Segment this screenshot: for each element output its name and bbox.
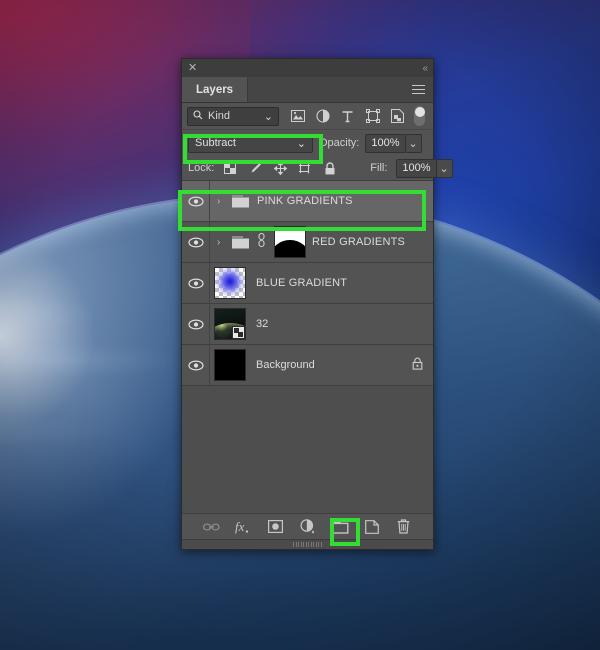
layers-panel-footer: fx	[182, 513, 433, 539]
layer-visibility-toggle[interactable]	[182, 263, 210, 303]
lock-image-icon[interactable]	[248, 161, 262, 175]
layer-thumbnail[interactable]	[214, 267, 246, 299]
opacity-label: Opacity:	[319, 137, 360, 149]
group-disclosure-icon[interactable]: ›	[217, 196, 225, 207]
svg-text:fx: fx	[235, 519, 245, 534]
layer-row[interactable]: BLUE GRADIENT	[182, 263, 433, 304]
tab-layers-label: Layers	[196, 83, 234, 96]
layer-style-button[interactable]: fx	[235, 518, 253, 536]
layer-name: 32	[256, 318, 269, 330]
tab-layers[interactable]: Layers	[182, 77, 249, 102]
group-disclosure-icon[interactable]: ›	[217, 237, 225, 248]
lock-icons	[223, 161, 337, 175]
layer-row[interactable]: › PINK GRADIENTS	[182, 181, 433, 222]
layer-mask-button[interactable]	[267, 518, 285, 536]
layer-filter-row: Kind ⌄	[182, 103, 433, 130]
folder-icon	[231, 235, 251, 250]
filter-kind-label: Kind	[208, 110, 231, 122]
lock-transparency-icon[interactable]	[223, 161, 237, 175]
blend-mode-dropdown[interactable]: Subtract ⌄	[188, 133, 313, 153]
layer-name: Background	[256, 359, 315, 371]
layer-row[interactable]: › RED GRADIENTS	[182, 222, 433, 263]
adjustment-layer-button[interactable]	[299, 518, 317, 536]
layers-panel: ✕ « Layers Kind ⌄ Subtract ⌄ Opacity: 10…	[181, 58, 453, 550]
close-icon[interactable]: ✕	[188, 62, 197, 74]
lock-all-icon[interactable]	[323, 161, 337, 175]
filter-pixel-icon[interactable]	[290, 109, 305, 124]
filter-smart-object-icon[interactable]	[390, 109, 405, 124]
fill-input[interactable]: 100%	[396, 158, 437, 178]
lock-label: Lock:	[188, 162, 215, 174]
new-group-button[interactable]	[330, 518, 349, 536]
layer-name: RED GRADIENTS	[312, 236, 406, 248]
link-layers-button[interactable]	[203, 518, 221, 536]
lock-artboard-icon[interactable]	[298, 161, 312, 175]
double-chevron-left-icon[interactable]: «	[422, 63, 427, 74]
desktop-background: ✕ « Layers Kind ⌄ Subtract ⌄ Opacity: 10…	[0, 0, 600, 650]
folder-icon	[231, 194, 251, 209]
lock-position-icon[interactable]	[273, 161, 287, 175]
panel-tab-bar: Layers	[182, 77, 433, 103]
grip-dots-icon	[293, 542, 322, 547]
layer-thumbnail[interactable]	[214, 308, 246, 340]
eye-icon	[187, 195, 204, 207]
filter-kind-dropdown[interactable]: Kind ⌄	[187, 106, 279, 126]
filter-adjustment-icon[interactable]	[315, 109, 330, 124]
layer-visibility-toggle[interactable]	[182, 222, 210, 262]
eye-icon	[187, 318, 204, 330]
layer-list: › PINK GRADIENTS › RED GRADIENTS BLUE GR…	[182, 181, 433, 513]
layer-visibility-toggle[interactable]	[182, 304, 210, 344]
eye-icon	[187, 359, 204, 371]
fill-stepper[interactable]: ⌄	[436, 158, 453, 178]
layer-row[interactable]: 32	[182, 304, 433, 345]
filter-type-icons	[290, 109, 405, 124]
search-icon	[193, 109, 203, 123]
chevron-down-icon: ⌄	[263, 110, 273, 123]
opacity-stepper[interactable]: ⌄	[405, 133, 422, 153]
delete-layer-button[interactable]	[395, 518, 413, 536]
panel-titlebar: ✕ «	[182, 59, 433, 77]
layer-name: PINK GRADIENTS	[257, 195, 353, 207]
layer-locked-icon	[412, 357, 423, 373]
opacity-input[interactable]: 100%	[365, 133, 406, 153]
panel-menu-button[interactable]	[404, 77, 433, 102]
smart-object-badge-icon	[232, 326, 245, 339]
panel-menu-icon	[412, 82, 425, 97]
lock-row: Lock: Fill: 100% ⌄	[182, 156, 453, 181]
mask-link-icon[interactable]	[257, 232, 268, 251]
layer-thumbnail[interactable]	[214, 349, 246, 381]
blend-mode-value: Subtract	[195, 137, 236, 149]
fill-label: Fill:	[370, 162, 388, 174]
panel-resize-grip[interactable]	[182, 539, 433, 549]
chevron-down-icon: ⌄	[296, 137, 306, 150]
layer-visibility-toggle[interactable]	[182, 181, 210, 221]
layer-mask-thumbnail[interactable]	[274, 226, 306, 258]
eye-icon	[187, 236, 204, 248]
filter-shape-icon[interactable]	[365, 109, 380, 124]
eye-icon	[187, 277, 204, 289]
layer-visibility-toggle[interactable]	[182, 345, 210, 385]
filter-type-icon[interactable]	[340, 109, 355, 124]
layer-row[interactable]: Background	[182, 345, 433, 386]
blend-mode-row: Subtract ⌄ Opacity: 100% ⌄	[182, 130, 433, 156]
layer-name: BLUE GRADIENT	[256, 277, 348, 289]
new-layer-button[interactable]	[363, 518, 381, 536]
filter-enable-toggle[interactable]	[414, 106, 425, 126]
